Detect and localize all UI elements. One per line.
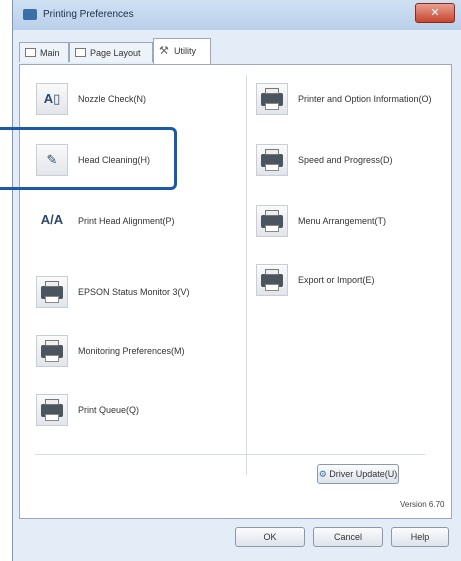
printer-option-info-button[interactable]: Printer and Option Information(O) (256, 83, 446, 119)
speed-progress-icon (256, 144, 288, 176)
driver-update-icon: ⚙ (318, 469, 330, 479)
nozzle-check-button[interactable]: A▯ Nozzle Check(N) (36, 83, 226, 119)
ok-button[interactable]: OK (235, 527, 305, 547)
speed-progress-button[interactable]: Speed and Progress(D) (256, 144, 446, 180)
export-import-icon (256, 264, 288, 296)
printer-option-info-icon (256, 83, 288, 115)
menu-arrangement-icon (256, 205, 288, 237)
driver-update-label: Driver Update(U) (329, 469, 398, 479)
head-cleaning-button[interactable]: ✎ Head Cleaning(H) (36, 144, 226, 180)
title-bar: Printing Preferences ✕ (13, 0, 461, 30)
print-head-alignment-glyph: A/A (40, 212, 64, 227)
print-head-alignment-button[interactable]: A/A Print Head Alignment(P) (36, 205, 226, 241)
tab-utility[interactable]: ⚒ Utility (153, 38, 211, 64)
main-tab-icon (25, 48, 36, 57)
page-layout-tab-icon (75, 48, 86, 57)
tab-page-layout-label: Page Layout (90, 48, 141, 58)
help-button[interactable]: Help (391, 527, 449, 547)
monitoring-preferences-label: Monitoring Preferences(M) (78, 346, 185, 356)
speed-progress-label: Speed and Progress(D) (298, 155, 393, 165)
status-monitor-icon (36, 276, 68, 308)
tab-utility-label: Utility (174, 46, 196, 56)
utility-panel: A▯ Nozzle Check(N) ✎ Head Cleaning(H) A/… (19, 64, 452, 519)
column-divider (246, 75, 247, 475)
head-cleaning-glyph: ✎ (46, 152, 58, 167)
bottom-divider (35, 454, 425, 455)
driver-update-button[interactable]: ⚙ Driver Update(U) (317, 464, 399, 484)
print-head-alignment-label: Print Head Alignment(P) (78, 216, 175, 226)
head-cleaning-label: Head Cleaning(H) (78, 155, 151, 165)
print-head-alignment-icon: A/A (36, 205, 68, 237)
menu-arrangement-label: Menu Arrangement(T) (298, 216, 387, 226)
head-cleaning-icon: ✎ (36, 144, 68, 176)
printing-preferences-window: Printing Preferences ✕ Main Page Layout … (12, 0, 461, 561)
print-queue-label: Print Queue(Q) (78, 405, 140, 415)
cancel-button[interactable]: Cancel (313, 527, 383, 547)
close-button[interactable]: ✕ (415, 3, 455, 23)
status-monitor-label: EPSON Status Monitor 3(V) (78, 287, 190, 297)
close-icon: ✕ (430, 7, 440, 19)
monitoring-preferences-icon (36, 335, 68, 367)
tab-page-layout[interactable]: Page Layout (69, 42, 153, 62)
print-queue-icon (36, 394, 68, 426)
menu-arrangement-button[interactable]: Menu Arrangement(T) (256, 205, 446, 241)
utility-tab-icon: ⚒ (159, 45, 169, 57)
status-monitor-button[interactable]: EPSON Status Monitor 3(V) (36, 276, 226, 312)
window-title: Printing Preferences (43, 9, 134, 20)
nozzle-check-glyph: A▯ (43, 91, 61, 106)
nozzle-check-label: Nozzle Check(N) (78, 94, 147, 104)
monitoring-preferences-button[interactable]: Monitoring Preferences(M) (36, 335, 226, 371)
nozzle-check-icon: A▯ (36, 83, 68, 115)
version-label: Version 6.70 (400, 500, 445, 509)
tab-main-label: Main (40, 48, 60, 58)
export-import-label: Export or Import(E) (298, 275, 375, 285)
printer-option-info-label: Printer and Option Information(O) (298, 94, 432, 104)
tab-main[interactable]: Main (19, 42, 69, 62)
print-queue-button[interactable]: Print Queue(Q) (36, 394, 226, 430)
export-import-button[interactable]: Export or Import(E) (256, 264, 446, 300)
printer-app-icon (23, 9, 37, 20)
